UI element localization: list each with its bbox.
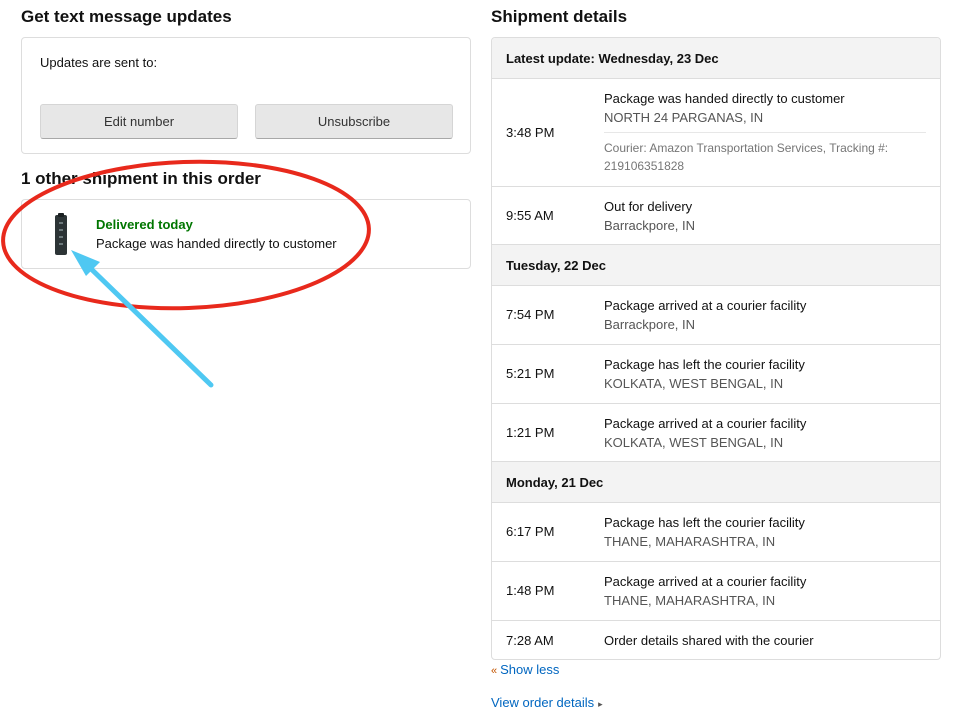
timeline-event: 7:28 AM Order details shared with the co… xyxy=(492,621,940,659)
day-header: Latest update: Wednesday, 23 Dec xyxy=(492,38,940,79)
event-location: Barrackpore, IN xyxy=(604,218,696,233)
event-location: THANE, MAHARASHTRA, IN xyxy=(604,593,776,608)
event-title: Package has left the courier facility xyxy=(604,515,805,530)
shipment-timeline: Latest update: Wednesday, 23 Dec 3:48 PM… xyxy=(491,37,941,660)
other-shipment-card[interactable]: Delivered today Package was handed direc… xyxy=(21,199,471,269)
sms-sent-to-label: Updates are sent to: xyxy=(40,55,158,70)
delivered-description: Package was handed directly to customer xyxy=(96,236,337,251)
pointer-arrow-shaft xyxy=(81,259,214,388)
event-location: Barrackpore, IN xyxy=(604,317,696,332)
view-order-details-link[interactable]: View order details ▸ xyxy=(491,695,603,710)
other-shipment-heading: 1 other shipment in this order xyxy=(21,169,261,188)
event-location: THANE, MAHARASHTRA, IN xyxy=(604,534,776,549)
event-divider xyxy=(604,132,926,133)
timeline-event: 6:17 PM Package has left the courier fac… xyxy=(492,503,940,562)
timeline-event: 1:21 PM Package arrived at a courier fac… xyxy=(492,404,940,462)
event-time: 6:17 PM xyxy=(506,524,555,539)
unsubscribe-button[interactable]: Unsubscribe xyxy=(255,104,453,139)
double-chevron-up-icon: « xyxy=(491,665,498,677)
sms-updates-panel: Updates are sent to: Edit number Unsubsc… xyxy=(21,37,471,154)
event-time: 5:21 PM xyxy=(506,366,555,381)
event-title: Package has left the courier facility xyxy=(604,357,805,372)
timeline-event: 3:48 PM Package was handed directly to c… xyxy=(492,79,940,187)
timeline-event: 9:55 AM Out for delivery Barrackpore, IN xyxy=(492,187,940,245)
show-less-link[interactable]: «Show less xyxy=(491,662,559,677)
event-time: 7:54 PM xyxy=(506,307,555,322)
event-title: Out for delivery xyxy=(604,199,693,214)
event-title: Package arrived at a courier facility xyxy=(604,574,807,589)
timeline-event: 7:54 PM Package arrived at a courier fac… xyxy=(492,286,940,345)
day-header: Tuesday, 22 Dec xyxy=(492,245,940,286)
event-title: Package arrived at a courier facility xyxy=(604,416,807,431)
show-less-label: Show less xyxy=(500,662,560,677)
event-time: 7:28 AM xyxy=(506,633,554,648)
event-location: KOLKATA, WEST BENGAL, IN xyxy=(604,376,784,391)
edit-number-button[interactable]: Edit number xyxy=(40,104,238,139)
delivered-status: Delivered today xyxy=(96,217,193,232)
event-courier-info: Courier: Amazon Transportation Services,… xyxy=(604,141,889,173)
event-location: KOLKATA, WEST BENGAL, IN xyxy=(604,435,784,450)
product-thumbnail-icon[interactable] xyxy=(54,213,68,255)
event-time: 1:21 PM xyxy=(506,425,555,440)
event-time: 1:48 PM xyxy=(506,583,555,598)
view-order-details-label: View order details xyxy=(491,695,595,710)
event-time: 9:55 AM xyxy=(506,208,554,223)
day-header: Monday, 21 Dec xyxy=(492,462,940,503)
shipment-details-heading: Shipment details xyxy=(491,7,628,26)
event-title: Package was handed directly to customer xyxy=(604,91,845,106)
event-location: NORTH 24 PARGANAS, IN xyxy=(604,110,764,125)
event-title: Package arrived at a courier facility xyxy=(604,298,807,313)
sms-heading: Get text message updates xyxy=(21,7,232,26)
timeline-event: 1:48 PM Package arrived at a courier fac… xyxy=(492,562,940,621)
chevron-right-icon: ▸ xyxy=(598,699,603,709)
timeline-event: 5:21 PM Package has left the courier fac… xyxy=(492,345,940,404)
event-time: 3:48 PM xyxy=(506,125,555,140)
event-title: Order details shared with the courier xyxy=(604,633,814,648)
